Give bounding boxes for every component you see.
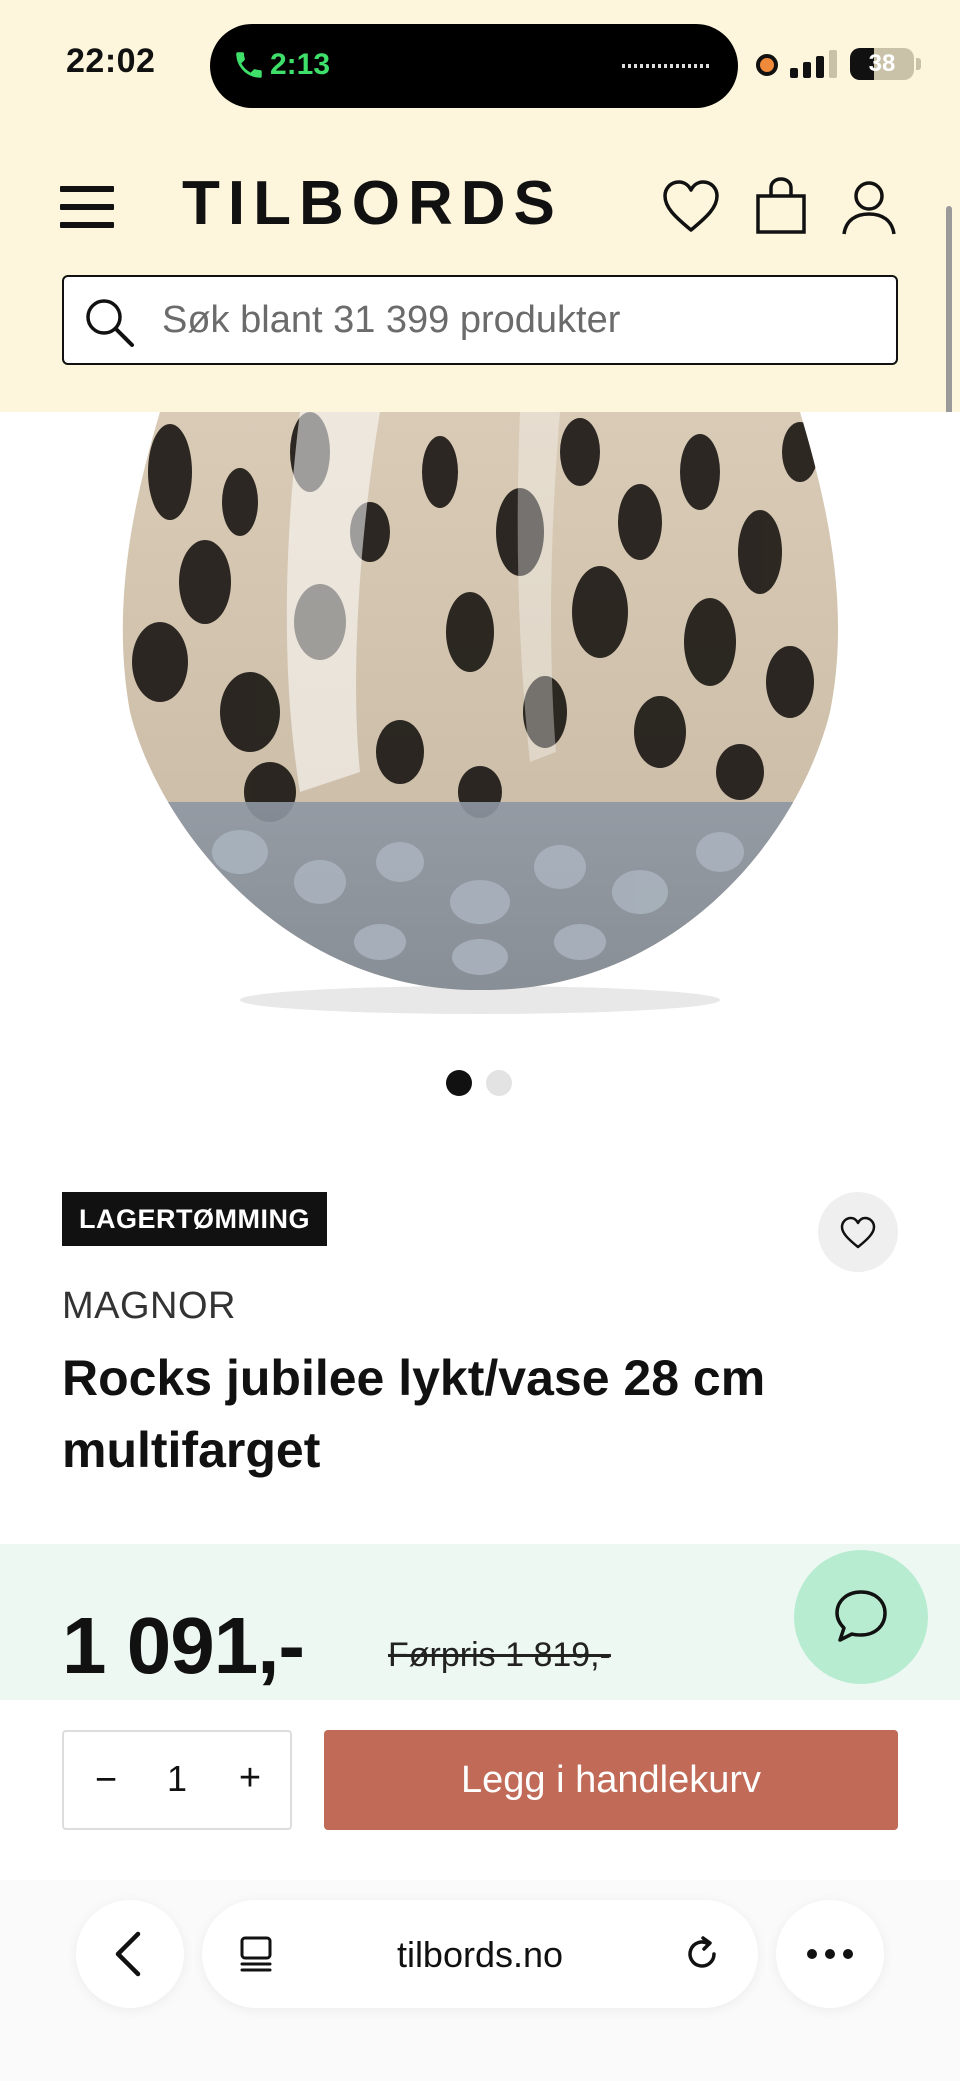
gallery-dot-2[interactable] <box>486 1070 512 1096</box>
heart-icon[interactable] <box>660 176 722 238</box>
status-time: 22:02 <box>66 42 156 80</box>
site-logo[interactable]: TILBORDS <box>182 168 563 239</box>
more-options-button[interactable] <box>776 1900 884 2008</box>
search-icon <box>86 299 134 347</box>
search-input[interactable] <box>162 277 882 363</box>
quantity-value[interactable]: 1 <box>144 1758 210 1800</box>
hamburger-menu-icon[interactable] <box>60 182 114 232</box>
more-icon <box>807 1949 853 1959</box>
search-bar[interactable] <box>62 275 898 365</box>
product-price: 1 091,- <box>62 1601 305 1690</box>
gallery-dot-1[interactable] <box>446 1070 472 1096</box>
back-icon <box>115 1931 141 1977</box>
vase-image <box>0 412 960 1032</box>
chat-button[interactable] <box>794 1550 928 1684</box>
previous-price: Førpris 1 819,- <box>388 1636 611 1674</box>
address-bar[interactable]: tilbords.no <box>202 1900 758 2008</box>
phone-icon <box>236 52 262 78</box>
back-button[interactable] <box>76 1900 184 2008</box>
add-to-cart-button[interactable]: Legg i handlekurv <box>324 1730 898 1830</box>
clearance-badge: LAGERTØMMING <box>62 1192 327 1246</box>
call-timer: 2:13 <box>270 48 331 81</box>
add-to-wishlist-button[interactable] <box>818 1192 898 1272</box>
quantity-stepper: − 1 + <box>62 1730 292 1830</box>
product-image[interactable] <box>0 412 960 1032</box>
shopping-bag-icon[interactable] <box>750 176 812 238</box>
increase-quantity-button[interactable]: + <box>230 1758 270 1798</box>
decrease-quantity-button[interactable]: − <box>86 1760 126 1800</box>
heart-icon <box>840 1216 876 1249</box>
reload-icon[interactable] <box>680 1932 724 1976</box>
user-icon[interactable] <box>838 176 900 238</box>
waveform-icon <box>622 64 710 68</box>
chat-bubble-icon <box>835 1590 887 1642</box>
signal-icon <box>790 50 837 78</box>
address-url[interactable]: tilbords.no <box>202 1934 758 1976</box>
battery-icon: 38 <box>850 48 914 80</box>
product-brand[interactable]: MAGNOR <box>62 1285 236 1328</box>
dynamic-island-call[interactable]: 2:13 <box>210 24 738 108</box>
battery-tip <box>916 58 921 70</box>
battery-level: 38 <box>868 50 896 77</box>
product-title: Rocks jubilee lykt/vase 28 cm multifarge… <box>62 1350 766 1478</box>
recording-dot-icon <box>756 54 778 76</box>
